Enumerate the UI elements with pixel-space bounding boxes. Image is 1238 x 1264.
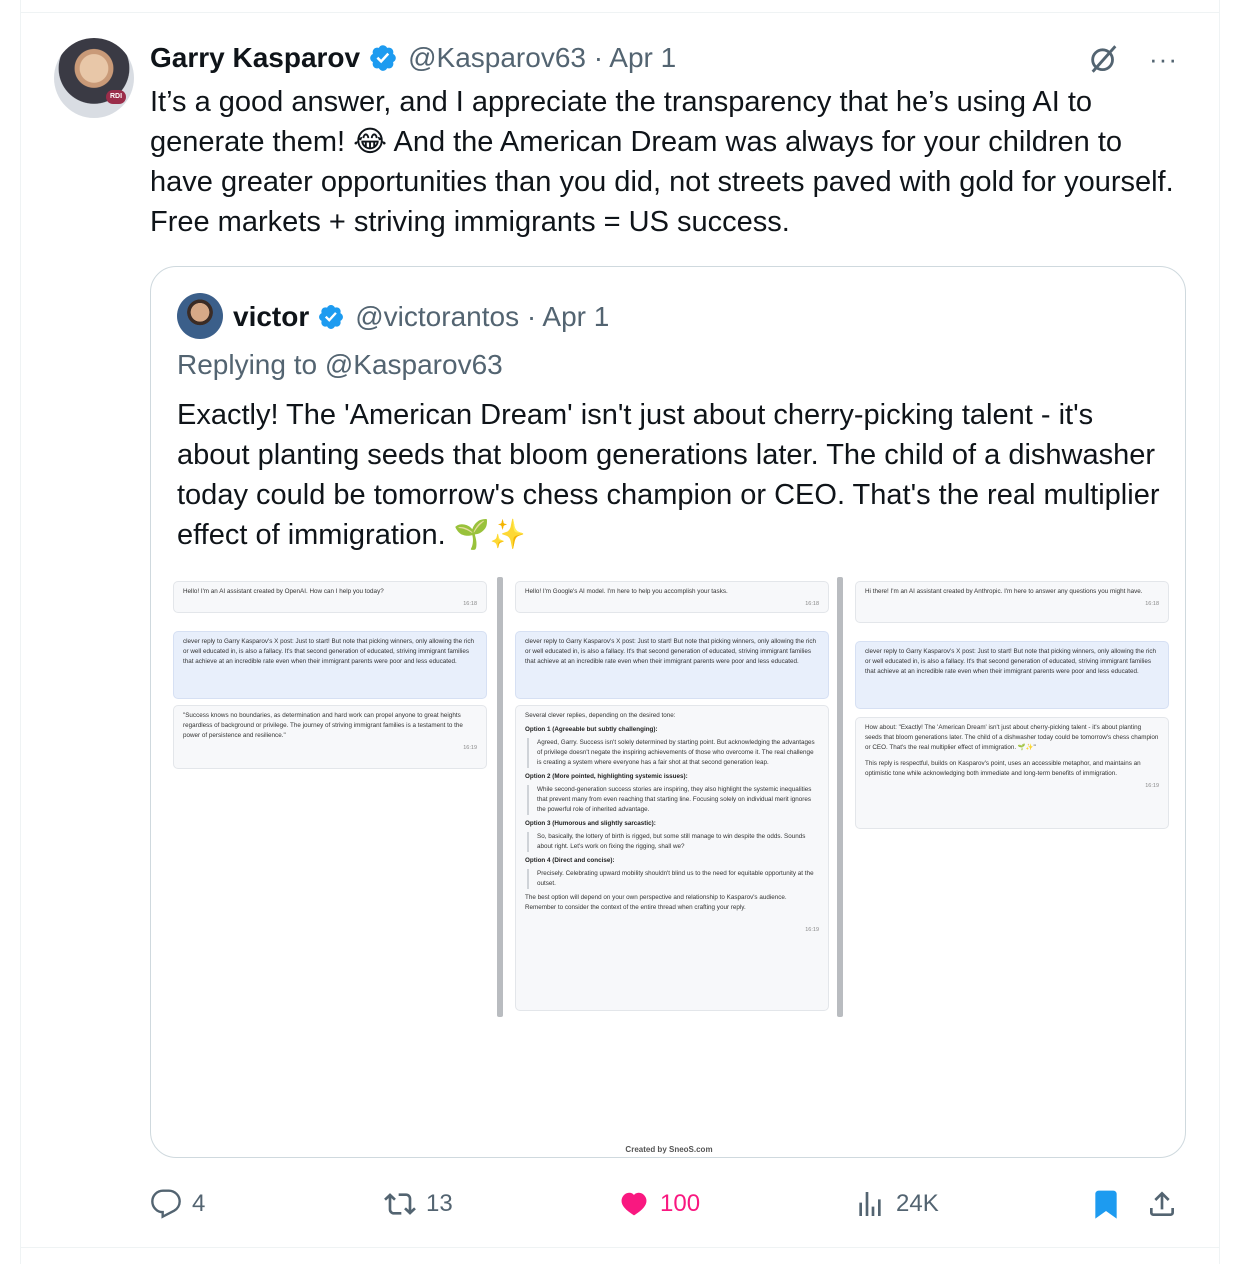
verified-icon	[370, 45, 396, 71]
option-text: Precisely. Celebrating upward mobility s…	[527, 869, 819, 889]
message-time: 16:18	[463, 601, 477, 607]
message-text: Hello! I'm Google's AI model. I'm here t…	[525, 588, 728, 595]
chat-column-google: Hello! I'm Google's AI model. I'm here t…	[507, 577, 835, 1027]
divider-top	[20, 12, 1220, 13]
author-name[interactable]: Garry Kasparov	[150, 42, 360, 74]
like-icon	[621, 1192, 647, 1216]
option-title: Option 3 (Humorous and slightly sarcasti…	[525, 820, 656, 827]
grok-icon[interactable]	[1087, 42, 1121, 76]
chat-message-bot: Hello! I'm an AI assistant created by Op…	[173, 581, 487, 613]
message-text: Hi there! I'm an AI assistant created by…	[865, 588, 1143, 595]
tweet-header: Garry Kasparov @Kasparov63 · Apr 1	[150, 40, 676, 76]
message-text: clever reply to Garry Kasparov's X post:…	[183, 638, 474, 665]
retweet-icon	[384, 1193, 416, 1215]
views-button[interactable]: 24K	[854, 1180, 939, 1228]
retweet-count: 13	[426, 1190, 453, 1217]
views-count: 24K	[896, 1190, 939, 1217]
quote-author-avatar	[177, 293, 223, 339]
message-text: How about: "Exactly! The 'American Dream…	[865, 724, 1159, 751]
quote-text: Exactly! The 'American Dream' isn't just…	[177, 399, 1160, 551]
chat-column-anthropic: Hi there! I'm an AI assistant created by…	[847, 577, 1175, 1027]
like-count: 100	[660, 1190, 701, 1217]
chat-message-bot: Hello! I'm Google's AI model. I'm here t…	[515, 581, 829, 613]
quote-header: victor @victorantos · Apr 1	[233, 297, 609, 337]
quoted-tweet[interactable]: victor @victorantos · Apr 1 Replying to …	[150, 266, 1186, 1158]
more-icon[interactable]: ···	[1149, 46, 1178, 72]
author-avatar[interactable]: RDI	[54, 38, 134, 118]
message-time: 16:19	[805, 927, 819, 933]
quote-author-name: victor	[233, 301, 310, 332]
column-divider	[837, 577, 843, 1017]
chat-message-bot: "Success knows no boundaries, as determi…	[173, 705, 487, 769]
chat-message-user: clever reply to Garry Kasparov's X post:…	[855, 641, 1169, 709]
share-button[interactable]	[1146, 1180, 1178, 1228]
chat-message-user: clever reply to Garry Kasparov's X post:…	[173, 631, 487, 699]
message-text: "Success knows no boundaries, as determi…	[183, 712, 463, 739]
image-footer: Created by SneoS.com	[625, 1145, 713, 1154]
option-text: Agreed, Garry. Success isn't solely dete…	[527, 738, 819, 768]
option-title: Option 1 (Agreeable but subtly challengi…	[525, 726, 658, 733]
option-text: While second-generation success stories …	[527, 785, 819, 815]
reply-button[interactable]: 4	[150, 1180, 205, 1228]
avatar-badge: RDI	[106, 90, 126, 104]
message-time: 16:18	[1145, 601, 1159, 607]
option-title: Option 2 (More pointed, highlighting sys…	[525, 773, 688, 780]
message-text: clever reply to Garry Kasparov's X post:…	[525, 638, 816, 665]
quote-image[interactable]: Hello! I'm an AI assistant created by Op…	[165, 577, 1175, 1027]
share-icon	[1150, 1191, 1174, 1216]
option-text: So, basically, the lottery of birth is r…	[527, 832, 819, 852]
author-handle-date[interactable]: @Kasparov63 · Apr 1	[408, 42, 676, 74]
tweet-actions: 4 13 100 24K	[150, 1180, 1190, 1228]
like-button[interactable]: 100	[618, 1180, 700, 1228]
bookmark-icon	[1095, 1190, 1117, 1219]
chat-message-bot: Hi there! I'm an AI assistant created by…	[855, 581, 1169, 623]
verified-icon	[319, 305, 344, 329]
views-icon	[859, 1192, 881, 1216]
quote-author-handle-date: @victorantos · Apr 1	[355, 301, 610, 332]
message-time: 16:18	[805, 601, 819, 607]
reply-count: 4	[192, 1190, 206, 1217]
message-time: 16:19	[463, 745, 477, 751]
chat-message-bot: How about: "Exactly! The 'American Dream…	[855, 717, 1169, 829]
message-time: 16:19	[1145, 783, 1159, 789]
retweet-button[interactable]: 13	[384, 1180, 453, 1228]
message-text: clever reply to Garry Kasparov's X post:…	[865, 648, 1156, 675]
tweet-top-actions: ···	[1087, 42, 1178, 76]
bookmark-button[interactable]	[1090, 1180, 1122, 1228]
message-text: Hello! I'm an AI assistant created by Op…	[183, 588, 384, 595]
chat-column-openai: Hello! I'm an AI assistant created by Op…	[165, 577, 495, 1027]
message-text: The best option will depend on your own …	[525, 894, 787, 911]
divider-bottom	[20, 1247, 1220, 1248]
tweet-text: It’s a good answer, and I appreciate the…	[150, 86, 1174, 238]
reply-icon	[151, 1189, 181, 1219]
message-text: Several clever replies, depending on the…	[525, 712, 676, 719]
message-text: This reply is respectful, builds on Kasp…	[865, 760, 1141, 777]
chat-message-bot: Several clever replies, depending on the…	[515, 705, 829, 1011]
option-title: Option 4 (Direct and concise):	[525, 857, 615, 864]
column-divider	[497, 577, 503, 1017]
chat-message-user: clever reply to Garry Kasparov's X post:…	[515, 631, 829, 699]
quote-replying-to: Replying to @Kasparov63	[177, 349, 503, 380]
